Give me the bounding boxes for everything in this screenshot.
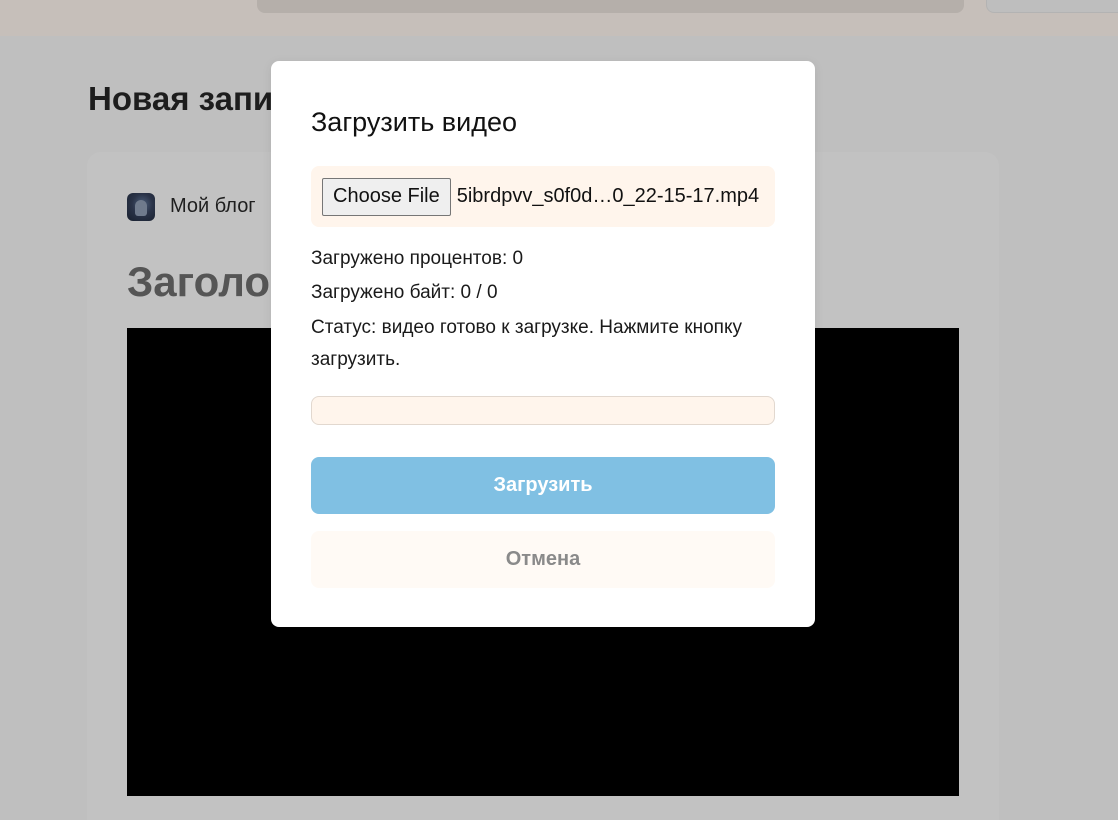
- upload-progress-bar: [311, 396, 775, 425]
- cancel-button[interactable]: Отмена: [311, 531, 775, 588]
- choose-file-button[interactable]: Choose File: [322, 177, 451, 216]
- file-input: Choose File 5ibrdpvv_s0f0d…0_22-15-17.mp…: [311, 166, 775, 227]
- blog-selector[interactable]: Мой блог: [127, 192, 256, 221]
- page-title: Новая запи: [88, 80, 274, 117]
- modal-title: Загрузить видео: [311, 107, 517, 137]
- top-right-button[interactable]: [986, 0, 1118, 13]
- search-bar[interactable]: [257, 0, 964, 13]
- status-text: Статус: видео готово к загрузке. Нажмите…: [311, 317, 742, 370]
- uploaded-bytes-text: Загружено байт: 0 / 0: [311, 282, 498, 303]
- blog-name: Мой блог: [170, 195, 256, 217]
- upload-button[interactable]: Загрузить: [311, 457, 775, 514]
- selected-file-name: 5ibrdpvv_s0f0d…0_22-15-17.mp4: [456, 185, 760, 207]
- post-title-field[interactable]: Заголо: [127, 258, 270, 306]
- blog-avatar: [127, 192, 155, 221]
- top-bar: [0, 0, 1118, 36]
- uploaded-percent-text: Загружено процентов: 0: [311, 248, 524, 269]
- upload-video-modal: Загрузить видео Choose File 5ibrdpvv_s0f…: [271, 61, 815, 627]
